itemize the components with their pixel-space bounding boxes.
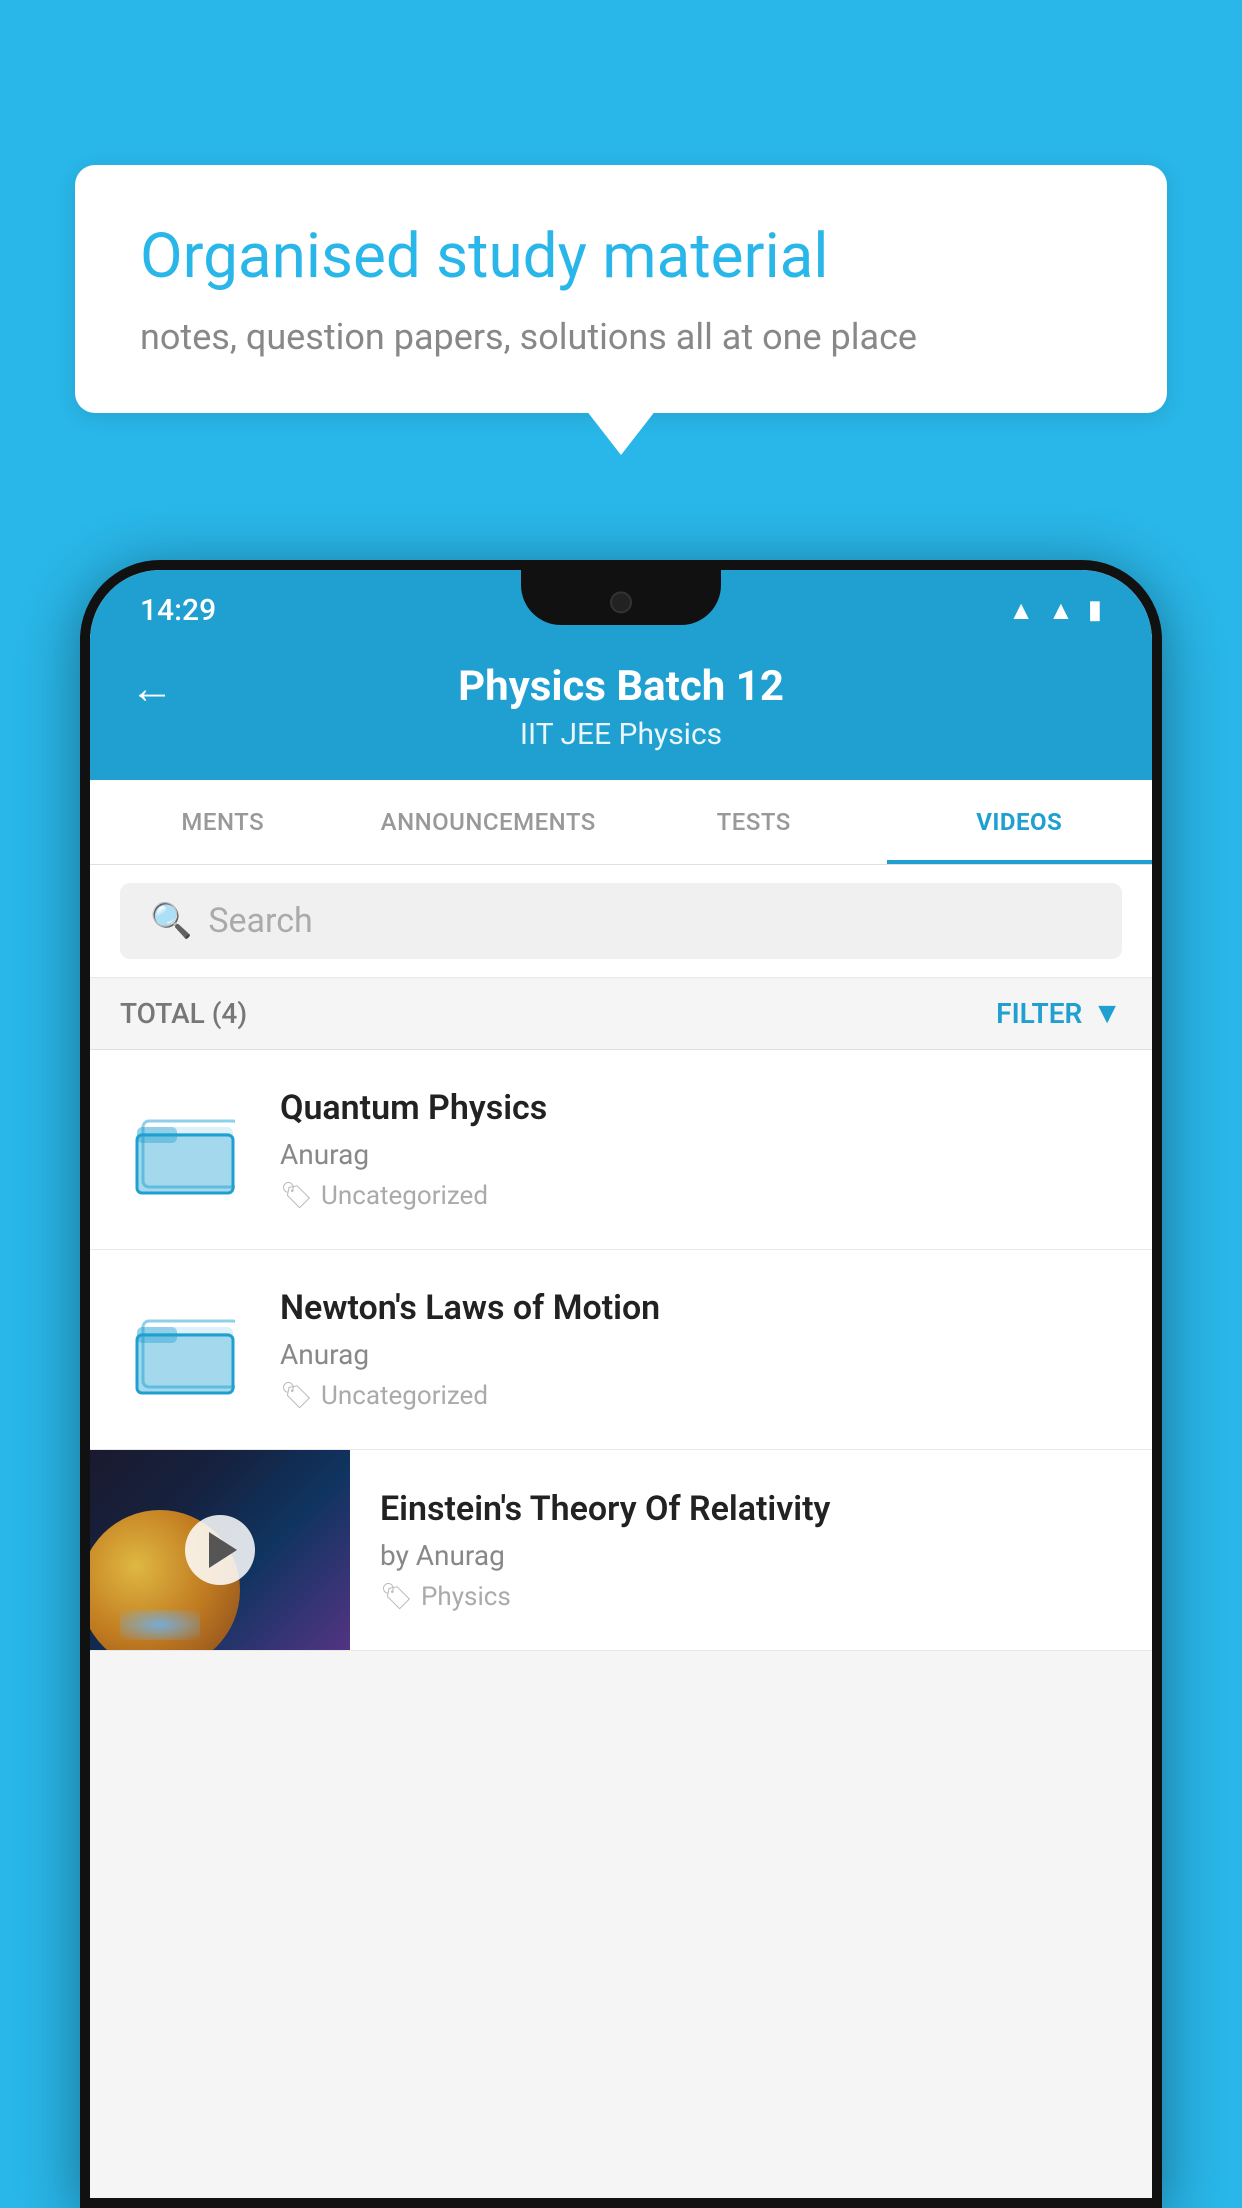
filter-bar: TOTAL (4) FILTER ▼ xyxy=(90,978,1152,1050)
glow-decoration xyxy=(120,1610,200,1640)
play-button[interactable] xyxy=(185,1515,255,1585)
tag-icon: 🏷 xyxy=(280,1181,313,1211)
filter-icon: ▼ xyxy=(1092,996,1122,1031)
filter-button[interactable]: FILTER ▼ xyxy=(996,996,1122,1031)
video-tag-1: 🏷 Uncategorized xyxy=(280,1181,1122,1211)
video-list: Quantum Physics Anurag 🏷 Uncategorized xyxy=(90,1050,1152,1651)
video-info-3: Einstein's Theory Of Relativity by Anura… xyxy=(380,1489,1122,1612)
tag-label-1: Uncategorized xyxy=(321,1181,488,1211)
phone-notch xyxy=(521,570,721,625)
folder-icon xyxy=(135,1105,235,1195)
status-time: 14:29 xyxy=(140,593,216,628)
search-input[interactable]: Search xyxy=(208,901,312,941)
speech-bubble: Organised study material notes, question… xyxy=(75,165,1167,413)
video-thumbnail-3 xyxy=(90,1450,350,1650)
filter-label: FILTER xyxy=(996,997,1082,1030)
phone-inner: 14:29 ▲ ▲ ▮ ← Physics Batch 12 IIT JEE P… xyxy=(90,570,1152,2198)
play-triangle-icon xyxy=(209,1532,237,1568)
signal-icon: ▲ xyxy=(1048,595,1074,626)
video-info-2: Newton's Laws of Motion Anurag 🏷 Uncateg… xyxy=(280,1288,1122,1411)
wifi-icon: ▲ xyxy=(1008,595,1034,626)
video-tag-3: 🏷 Physics xyxy=(380,1582,1122,1612)
tab-tests[interactable]: TESTS xyxy=(621,780,887,864)
folder-icon xyxy=(135,1305,235,1395)
video-thumb-1 xyxy=(120,1095,250,1205)
video-author-2: Anurag xyxy=(280,1338,1122,1371)
bubble-title: Organised study material xyxy=(140,220,1102,294)
video-tag-2: 🏷 Uncategorized xyxy=(280,1381,1122,1411)
video-info-1: Quantum Physics Anurag 🏷 Uncategorized xyxy=(280,1088,1122,1211)
tab-announcements[interactable]: ANNOUNCEMENTS xyxy=(356,780,622,864)
tag-label-3: Physics xyxy=(421,1582,511,1612)
camera-icon xyxy=(610,591,632,613)
phone-frame: 14:29 ▲ ▲ ▮ ← Physics Batch 12 IIT JEE P… xyxy=(80,560,1162,2208)
video-author-1: Anurag xyxy=(280,1138,1122,1171)
list-item[interactable]: Quantum Physics Anurag 🏷 Uncategorized xyxy=(90,1050,1152,1250)
video-author-3: by Anurag xyxy=(380,1539,1122,1572)
tag-icon: 🏷 xyxy=(280,1381,313,1411)
header-subtitle: IIT JEE Physics xyxy=(520,717,722,752)
video-title-2: Newton's Laws of Motion xyxy=(280,1288,1122,1328)
tab-ments[interactable]: MENTS xyxy=(90,780,356,864)
status-icons: ▲ ▲ ▮ xyxy=(1008,595,1102,626)
tab-videos[interactable]: VIDEOS xyxy=(887,780,1153,864)
video-thumb-2 xyxy=(120,1295,250,1405)
search-bar[interactable]: 🔍 Search xyxy=(120,883,1122,959)
video-title-3: Einstein's Theory Of Relativity xyxy=(380,1489,1122,1529)
list-item[interactable]: Einstein's Theory Of Relativity by Anura… xyxy=(90,1450,1152,1651)
bubble-subtitle: notes, question papers, solutions all at… xyxy=(140,316,1102,358)
app-header: ← Physics Batch 12 IIT JEE Physics xyxy=(90,640,1152,780)
tabs-container: MENTS ANNOUNCEMENTS TESTS VIDEOS xyxy=(90,780,1152,865)
header-title: Physics Batch 12 xyxy=(458,662,784,711)
tag-label-2: Uncategorized xyxy=(321,1381,488,1411)
battery-icon: ▮ xyxy=(1088,595,1102,625)
search-icon: 🔍 xyxy=(150,901,192,941)
list-item[interactable]: Newton's Laws of Motion Anurag 🏷 Uncateg… xyxy=(90,1250,1152,1450)
tag-icon: 🏷 xyxy=(380,1582,413,1612)
back-button[interactable]: ← xyxy=(130,662,174,714)
total-label: TOTAL (4) xyxy=(120,997,247,1030)
search-bar-container: 🔍 Search xyxy=(90,865,1152,978)
video-title-1: Quantum Physics xyxy=(280,1088,1122,1128)
